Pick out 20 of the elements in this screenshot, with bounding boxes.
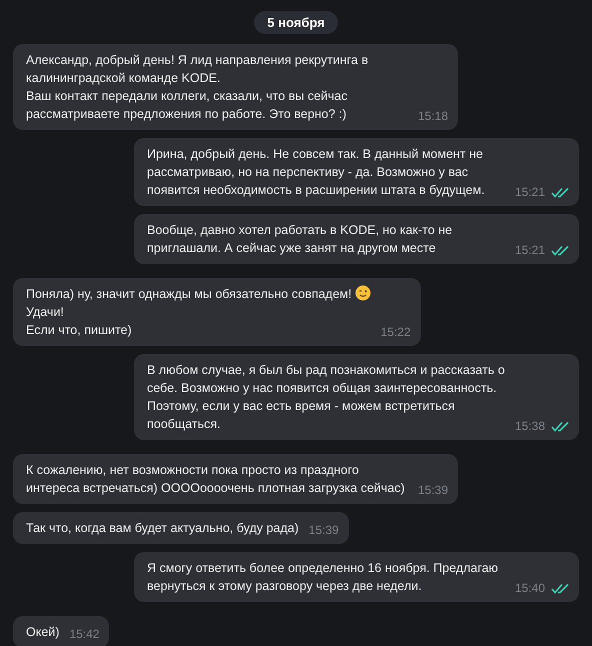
message-text: Вообще, давно хотел работать в KODE, но как-то не приглашали. А сейчас уже занят на другом месте	[147, 223, 452, 255]
message-text: Я смогу ответить более определенно 16 ноября. Предлагаю вернуться к этому разговору через две недели.	[147, 561, 498, 593]
date-label: 5 ноября	[254, 11, 338, 34]
message-text: В любом случае, я был бы рад познакомиться и рассказать о себе. Возможно у нас появится общая заинтересованность. Поэтому, если у вас есть время - можем встретиться пообщаться.	[147, 363, 505, 431]
message-text: Так что, когда вам будет актуально, буду рада)	[26, 521, 299, 535]
message-time: 15:22	[380, 324, 411, 340]
message-time: 15:40	[514, 580, 545, 596]
message-time: 15:42	[69, 626, 100, 642]
message-time: 15:39	[308, 522, 339, 538]
message-time: 15:21	[514, 184, 545, 200]
message-time: 15:38	[514, 418, 545, 434]
message-text: Ирина, добрый день. Не совсем так. В данный момент не рассматриваю, но на перспективу - да. Возможно у вас появится необходимость в расширении штата в будущем.	[147, 147, 485, 197]
message-text: К сожалению, нет возможности пока просто из праздного интереса встречаться) ООООоооочень плотная загрузка сейчас)	[26, 463, 405, 495]
message-text: Александр, добрый день! Я лид направления рекрутинга в калининградской команде KODE. Ваш контакт передали коллеги, сказали, что вы сейчас рассматриваете предложения по работе. Это верно? :)	[26, 53, 368, 121]
message-time: 15:18	[418, 108, 448, 124]
message-time: 15:39	[418, 482, 448, 498]
message-text: Окей)	[26, 625, 60, 639]
message-text: Удачи! Если что, пишите)	[26, 304, 133, 339]
message-text: Поняла) ну, значит однажды мы обязательно совпадем!	[26, 287, 352, 301]
message-time: 15:21	[514, 242, 545, 258]
